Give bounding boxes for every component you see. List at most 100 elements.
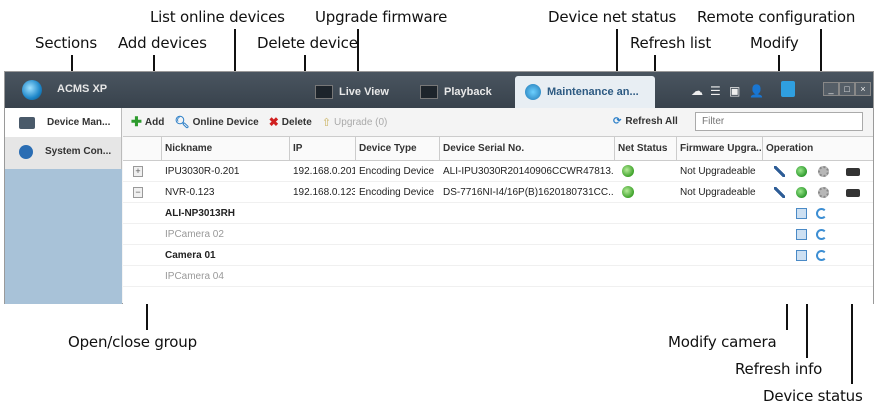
device-nickname: NVR-0.123 bbox=[165, 186, 215, 198]
table-row[interactable]: + IPU3030R-0.201 192.168.0.201 Encoding … bbox=[123, 161, 873, 182]
cloud-icon[interactable]: ☁ bbox=[691, 84, 703, 98]
header-device-type[interactable]: Device Type bbox=[355, 137, 439, 160]
callout-refresh-info: Refresh info bbox=[735, 360, 823, 378]
callout-add-devices: Add devices bbox=[118, 34, 207, 52]
refresh-all-label: Refresh All bbox=[625, 116, 678, 127]
sidebar: Device Man... System Con... bbox=[5, 108, 122, 304]
device-manager-icon bbox=[19, 116, 35, 129]
device-ip: 192.168.0.123 bbox=[293, 186, 355, 198]
delete-label: Delete bbox=[281, 116, 312, 128]
refresh-info-icon[interactable] bbox=[816, 208, 827, 219]
search-icon: 🔍︎ bbox=[174, 115, 190, 129]
tab-playback[interactable]: Playback bbox=[410, 76, 502, 108]
device-type: Encoding Device bbox=[359, 165, 435, 177]
refresh-icon: ⟳ bbox=[613, 116, 622, 127]
camera-row[interactable]: IPCamera 04 bbox=[123, 266, 873, 287]
refresh-info-icon[interactable] bbox=[816, 250, 827, 261]
net-status-online-icon bbox=[622, 186, 634, 198]
sidebar-item-label: Device Man... bbox=[47, 117, 111, 128]
modify-camera-icon[interactable] bbox=[796, 250, 807, 261]
tab-live-view[interactable]: Live View bbox=[305, 76, 399, 108]
sidebar-item-label: System Con... bbox=[45, 146, 112, 157]
minimize-icon[interactable]: _ bbox=[823, 82, 839, 96]
sidebar-item-device-manager[interactable]: Device Man... bbox=[5, 108, 121, 137]
device-serial: DS-7716NI-I4/16P(B)1620180731CC... bbox=[443, 186, 614, 198]
tab-maintenance-label: Maintenance an... bbox=[547, 86, 639, 98]
gear-icon bbox=[19, 144, 33, 159]
header-serial[interactable]: Device Serial No. bbox=[439, 137, 614, 160]
modify-camera-icon[interactable] bbox=[796, 229, 807, 240]
table-header: Nickname IP Device Type Device Serial No… bbox=[123, 137, 873, 161]
header-net-status[interactable]: Net Status bbox=[614, 137, 676, 160]
callout-refresh-list: Refresh list bbox=[630, 34, 712, 52]
camera-nickname: Camera 01 bbox=[165, 249, 216, 261]
tab-live-view-label: Live View bbox=[339, 86, 389, 98]
lock-icon[interactable] bbox=[781, 81, 795, 97]
modify-camera-icon[interactable] bbox=[796, 208, 807, 219]
camera-row[interactable]: IPCamera 02 bbox=[123, 224, 873, 245]
callout-modify-camera: Modify camera bbox=[668, 333, 777, 351]
delete-x-icon: ✖ bbox=[268, 115, 279, 129]
modify-pencil-icon[interactable] bbox=[774, 166, 785, 177]
modify-pencil-icon[interactable] bbox=[774, 187, 785, 198]
playback-icon bbox=[420, 85, 438, 99]
header-nickname[interactable]: Nickname bbox=[161, 137, 289, 160]
camera-nickname: IPCamera 02 bbox=[165, 228, 224, 240]
callout-modify: Modify bbox=[750, 34, 799, 52]
tab-maintenance[interactable]: Maintenance an... bbox=[515, 76, 655, 108]
callout-sections: Sections bbox=[35, 34, 97, 52]
menu-icon[interactable]: ☰ bbox=[710, 84, 721, 98]
sidebar-empty-area bbox=[5, 169, 122, 304]
callout-device-net-status: Device net status bbox=[548, 8, 677, 26]
device-status-icon[interactable] bbox=[846, 189, 860, 197]
user-icon[interactable]: 👤 bbox=[749, 84, 764, 98]
header-firmware[interactable]: Firmware Upgra... bbox=[676, 137, 762, 160]
live-view-icon bbox=[315, 85, 333, 99]
filter-input[interactable] bbox=[695, 112, 863, 131]
remote-config-icon[interactable] bbox=[796, 166, 807, 177]
device-ip: 192.168.0.201 bbox=[293, 165, 355, 177]
camera-nickname: IPCamera 04 bbox=[165, 270, 224, 282]
callout-delete-device: Delete device bbox=[257, 34, 358, 52]
header-ip[interactable]: IP bbox=[289, 137, 355, 160]
net-status-online-icon bbox=[622, 165, 634, 177]
upgrade-arrow-icon: ⇧ bbox=[321, 116, 332, 129]
device-status-icon[interactable] bbox=[846, 168, 860, 176]
device-table: Nickname IP Device Type Device Serial No… bbox=[123, 136, 873, 304]
delete-button[interactable]: ✖ Delete bbox=[269, 115, 312, 129]
maximize-icon[interactable]: □ bbox=[839, 82, 855, 96]
layout-icon[interactable]: ▣ bbox=[729, 84, 740, 98]
app-name: ACMS XP bbox=[57, 83, 108, 95]
camera-row[interactable]: ALI-NP3013RH bbox=[123, 203, 873, 224]
online-device-label: Online Device bbox=[192, 116, 259, 128]
camera-row[interactable]: Camera 01 bbox=[123, 245, 873, 266]
callout-device-status: Device status bbox=[763, 387, 863, 405]
add-button[interactable]: ✚ Add bbox=[131, 114, 164, 130]
toolbar: ✚ Add 🔍︎ Online Device ✖ Delete ⇧ Upgrad… bbox=[123, 108, 873, 136]
settings-gear-icon[interactable] bbox=[818, 166, 829, 177]
upgrade-label: Upgrade (0) bbox=[334, 116, 388, 128]
device-nickname: IPU3030R-0.201 bbox=[165, 165, 240, 177]
expand-group-button[interactable]: + bbox=[133, 165, 143, 177]
camera-nickname: ALI-NP3013RH bbox=[165, 207, 236, 219]
plus-icon: ✚ bbox=[131, 114, 142, 129]
device-type: Encoding Device bbox=[359, 186, 435, 198]
callout-open-close-group: Open/close group bbox=[68, 333, 197, 351]
collapse-group-button[interactable]: − bbox=[133, 186, 143, 198]
sidebar-item-system-config[interactable]: System Con... bbox=[5, 137, 121, 166]
device-serial: ALI-IPU3030R20140906CCWR47813... bbox=[443, 165, 614, 177]
callout-remote-configuration: Remote configuration bbox=[697, 8, 856, 26]
refresh-info-icon[interactable] bbox=[816, 229, 827, 240]
device-firmware: Not Upgradeable bbox=[680, 165, 756, 177]
upgrade-button[interactable]: ⇧ Upgrade (0) bbox=[322, 116, 388, 129]
settings-gear-icon[interactable] bbox=[818, 187, 829, 198]
refresh-all-button[interactable]: ⟳ Refresh All bbox=[613, 116, 678, 127]
device-firmware: Not Upgradeable bbox=[680, 186, 756, 198]
remote-config-icon[interactable] bbox=[796, 187, 807, 198]
callout-list-online-devices: List online devices bbox=[150, 8, 285, 26]
app-logo-icon bbox=[22, 80, 42, 100]
header-operation: Operation bbox=[762, 137, 873, 160]
online-device-button[interactable]: 🔍︎ Online Device bbox=[174, 115, 258, 129]
close-icon[interactable]: × bbox=[855, 82, 871, 96]
table-row[interactable]: − NVR-0.123 192.168.0.123 Encoding Devic… bbox=[123, 182, 873, 203]
